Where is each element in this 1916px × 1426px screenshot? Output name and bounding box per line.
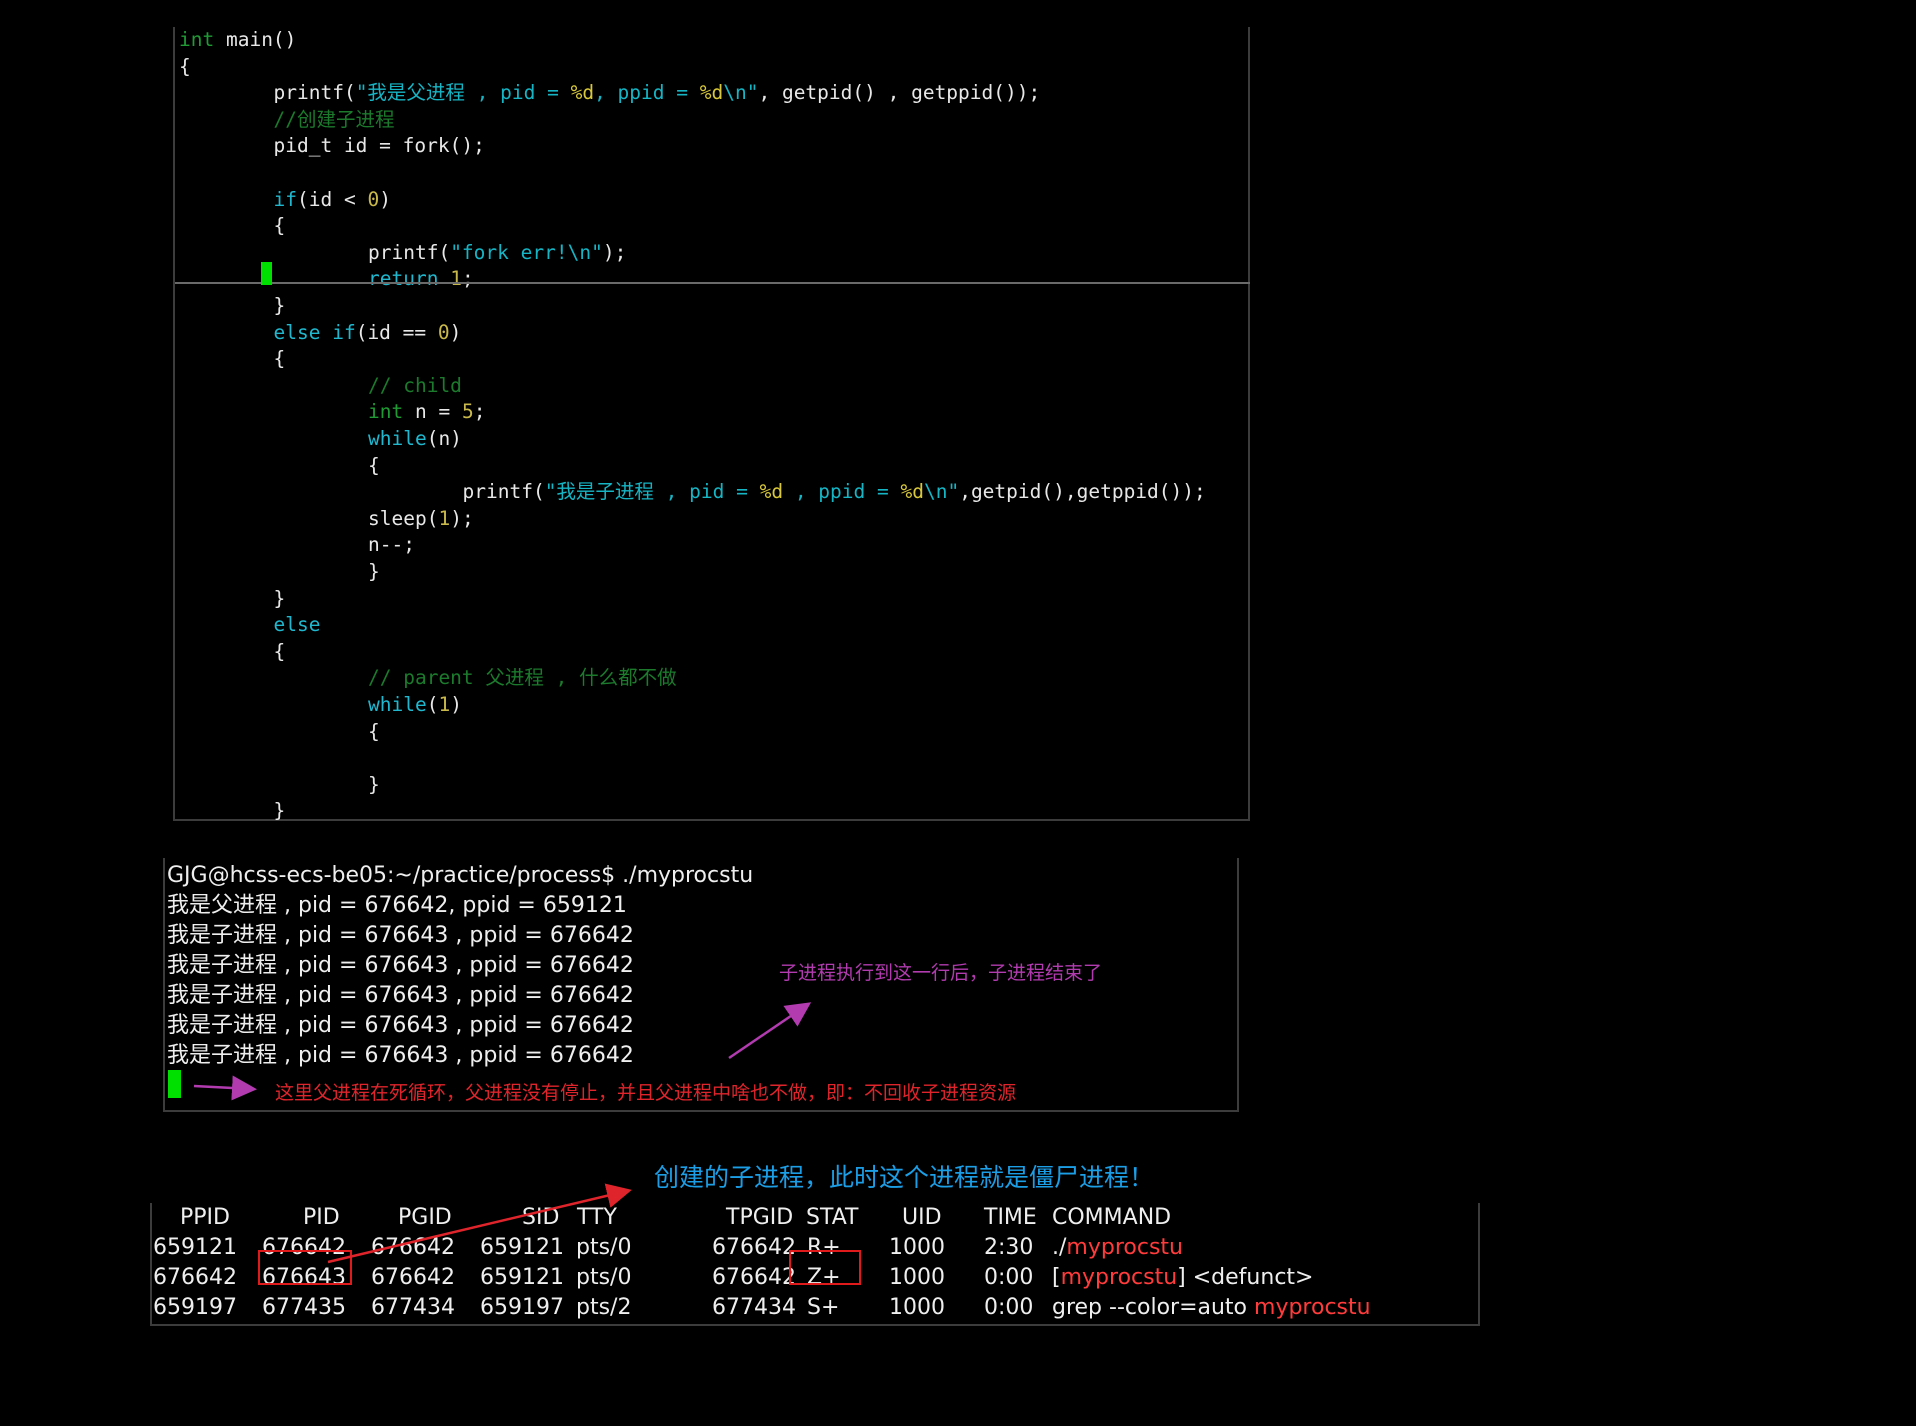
annotation-arrows — [193, 1002, 812, 1264]
arrow-child-end — [728, 1002, 812, 1060]
arrow-zombie — [327, 1183, 632, 1264]
arrow-parent-loop — [193, 1075, 257, 1101]
